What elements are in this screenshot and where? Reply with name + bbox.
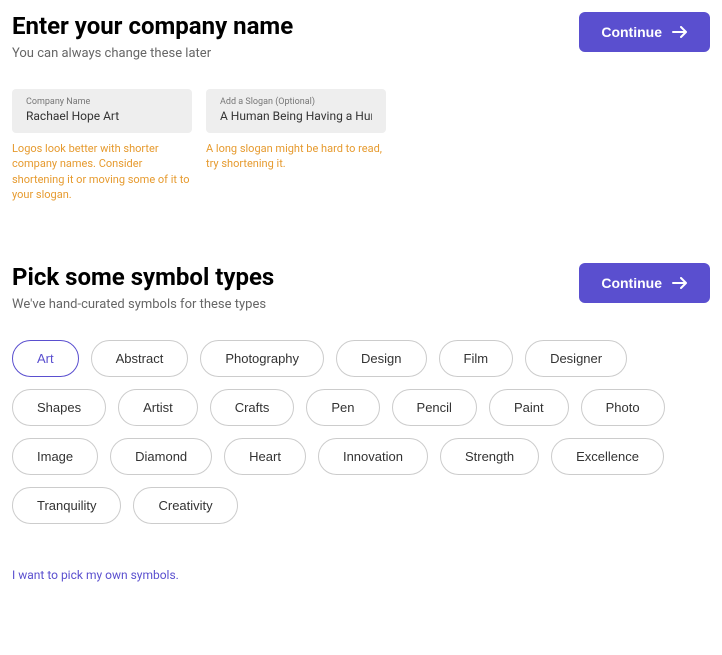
chip-paint[interactable]: Paint bbox=[489, 389, 569, 426]
chip-design[interactable]: Design bbox=[336, 340, 426, 377]
chip-diamond[interactable]: Diamond bbox=[110, 438, 212, 475]
section-title: Pick some symbol types bbox=[12, 263, 274, 291]
chip-container: Art Abstract Photography Design Film Des… bbox=[12, 340, 710, 524]
chip-shapes[interactable]: Shapes bbox=[12, 389, 106, 426]
company-name-label: Company Name bbox=[26, 97, 178, 107]
arrow-right-icon bbox=[672, 26, 688, 38]
chip-crafts[interactable]: Crafts bbox=[210, 389, 295, 426]
slogan-value: A Human Being Having a Human bbox=[220, 109, 372, 123]
chip-art[interactable]: Art bbox=[12, 340, 79, 377]
pick-own-symbols-link[interactable]: I want to pick my own symbols. bbox=[12, 568, 179, 582]
chip-artist[interactable]: Artist bbox=[118, 389, 198, 426]
company-name-block: Company Name Rachael Hope Art Logos look… bbox=[12, 89, 192, 203]
heading-block: Enter your company name You can always c… bbox=[12, 12, 293, 61]
chip-innovation[interactable]: Innovation bbox=[318, 438, 428, 475]
chip-pencil[interactable]: Pencil bbox=[392, 389, 477, 426]
chip-photography[interactable]: Photography bbox=[200, 340, 324, 377]
company-name-field[interactable]: Company Name Rachael Hope Art bbox=[12, 89, 192, 133]
section-subtitle: We've hand-curated symbols for these typ… bbox=[12, 297, 274, 312]
company-name-value: Rachael Hope Art bbox=[26, 109, 178, 123]
chip-excellence[interactable]: Excellence bbox=[551, 438, 664, 475]
company-name-warning: Logos look better with shorter company n… bbox=[12, 141, 192, 203]
chip-film[interactable]: Film bbox=[439, 340, 514, 377]
continue-button[interactable]: Continue bbox=[579, 263, 710, 303]
company-name-section: Enter your company name You can always c… bbox=[12, 12, 710, 203]
chip-pen[interactable]: Pen bbox=[306, 389, 379, 426]
chip-creativity[interactable]: Creativity bbox=[133, 487, 237, 524]
page-subtitle: You can always change these later bbox=[12, 46, 293, 61]
heading-block: Pick some symbol types We've hand-curate… bbox=[12, 263, 274, 312]
chip-abstract[interactable]: Abstract bbox=[91, 340, 189, 377]
slogan-block: Add a Slogan (Optional) A Human Being Ha… bbox=[206, 89, 386, 203]
slogan-warning: A long slogan might be hard to read, try… bbox=[206, 141, 386, 172]
chip-tranquility[interactable]: Tranquility bbox=[12, 487, 121, 524]
chip-image[interactable]: Image bbox=[12, 438, 98, 475]
continue-button[interactable]: Continue bbox=[579, 12, 710, 52]
continue-button-label: Continue bbox=[601, 24, 662, 40]
inputs-row: Company Name Rachael Hope Art Logos look… bbox=[12, 89, 710, 203]
page-title: Enter your company name bbox=[12, 12, 293, 40]
symbol-types-section: Pick some symbol types We've hand-curate… bbox=[12, 263, 710, 583]
section-header: Enter your company name You can always c… bbox=[12, 12, 710, 61]
continue-button-label: Continue bbox=[601, 275, 662, 291]
chip-photo[interactable]: Photo bbox=[581, 389, 665, 426]
chip-strength[interactable]: Strength bbox=[440, 438, 539, 475]
slogan-field[interactable]: Add a Slogan (Optional) A Human Being Ha… bbox=[206, 89, 386, 133]
slogan-label: Add a Slogan (Optional) bbox=[220, 97, 372, 107]
chip-heart[interactable]: Heart bbox=[224, 438, 306, 475]
section-header: Pick some symbol types We've hand-curate… bbox=[12, 263, 710, 312]
chip-designer[interactable]: Designer bbox=[525, 340, 627, 377]
arrow-right-icon bbox=[672, 277, 688, 289]
